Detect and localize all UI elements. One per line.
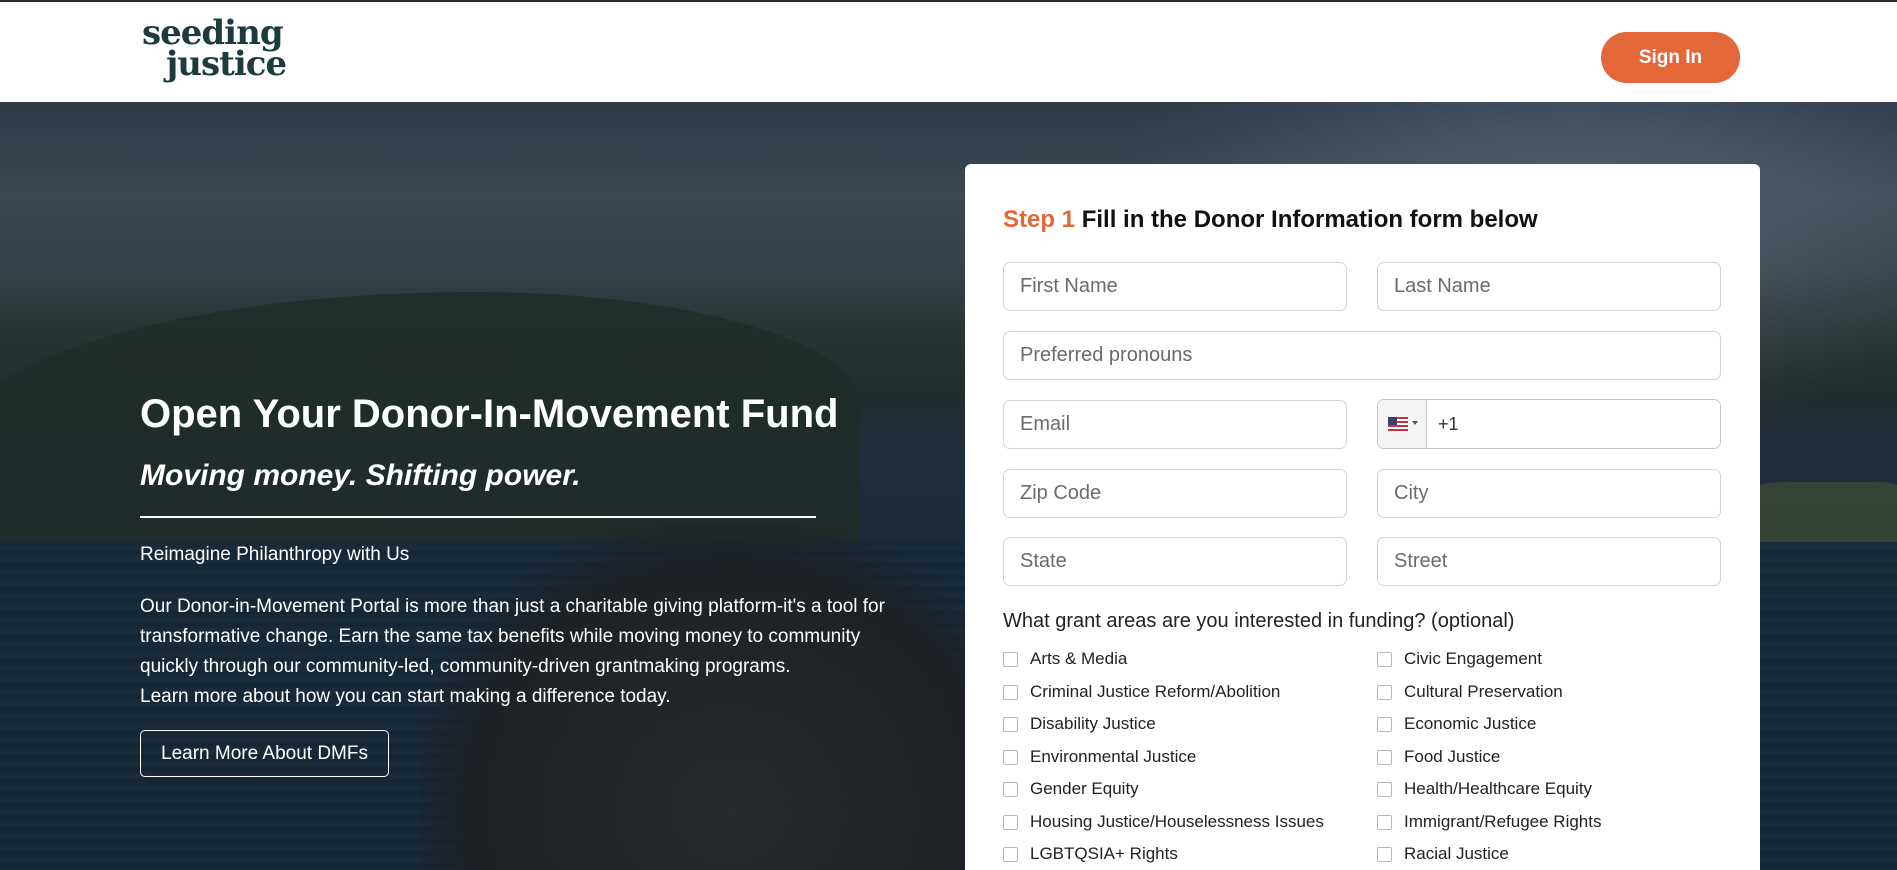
grant-area-option[interactable]: Environmental Justice: [1003, 747, 1196, 767]
grant-area-label: Health/Healthcare Equity: [1404, 779, 1593, 798]
pronouns-field[interactable]: [1003, 331, 1721, 380]
caret-down-icon: [1412, 421, 1418, 425]
state-field[interactable]: [1003, 537, 1347, 586]
seeding-justice-logo[interactable]: seeding justice: [142, 16, 287, 84]
checkbox[interactable]: [1377, 684, 1392, 700]
grant-area-option[interactable]: LGBTQSIA+ Rights: [1003, 844, 1178, 864]
last-name-field[interactable]: [1377, 262, 1721, 311]
us-flag-icon: [1388, 417, 1408, 431]
grant-area-option[interactable]: Civic Engagement: [1377, 649, 1542, 669]
grant-areas-question: What grant areas are you interested in f…: [1003, 610, 1515, 632]
grant-area-option[interactable]: Criminal Justice Reform/Abolition: [1003, 682, 1280, 702]
grant-area-option[interactable]: Immigrant/Refugee Rights: [1377, 812, 1601, 832]
site-header: seeding justice Sign In: [0, 2, 1897, 102]
grant-area-label: LGBTQSIA+ Rights: [1030, 844, 1178, 863]
grant-area-label: Civic Engagement: [1404, 649, 1542, 668]
checkbox[interactable]: [1377, 814, 1392, 830]
form-title: Step 1 Fill in the Donor Information for…: [1003, 206, 1538, 234]
checkbox[interactable]: [1377, 846, 1392, 862]
grant-area-label: Disability Justice: [1030, 714, 1156, 733]
checkbox[interactable]: [1003, 651, 1018, 667]
hero-subtitle: Moving money. Shifting power.: [140, 459, 581, 492]
zip-code-field[interactable]: [1003, 469, 1347, 518]
checkbox[interactable]: [1377, 781, 1392, 797]
first-name-field[interactable]: [1003, 262, 1347, 311]
checkbox[interactable]: [1377, 749, 1392, 765]
country-code-selector[interactable]: [1378, 400, 1427, 448]
donor-form-card: Step 1 Fill in the Donor Information for…: [965, 164, 1760, 870]
grant-area-label: Arts & Media: [1030, 649, 1128, 668]
grant-area-label: Criminal Justice Reform/Abolition: [1030, 682, 1281, 701]
street-field[interactable]: [1377, 537, 1721, 586]
phone-field: [1377, 399, 1721, 449]
grant-area-option[interactable]: Economic Justice: [1377, 714, 1536, 734]
hero-description-line: quickly through our community-led, commu…: [140, 656, 791, 677]
checkbox[interactable]: [1003, 684, 1018, 700]
email-field[interactable]: [1003, 400, 1347, 449]
grant-area-option[interactable]: Gender Equity: [1003, 779, 1139, 799]
hero-kicker: Reimagine Philanthropy with Us: [140, 544, 410, 565]
hero-description: Our Donor-in-Movement Portal is more tha…: [140, 592, 940, 712]
checkbox[interactable]: [1003, 749, 1018, 765]
checkbox[interactable]: [1377, 651, 1392, 667]
checkbox[interactable]: [1003, 814, 1018, 830]
phone-number-input[interactable]: [1428, 400, 1720, 448]
grant-area-label: Food Justice: [1404, 747, 1501, 766]
grant-area-label: Housing Justice/Houselessness Issues: [1030, 812, 1324, 831]
grant-area-label: Gender Equity: [1030, 779, 1139, 798]
city-field[interactable]: [1377, 469, 1721, 518]
checkbox[interactable]: [1003, 781, 1018, 797]
hero-divider: [140, 516, 816, 518]
grant-area-option[interactable]: Food Justice: [1377, 747, 1500, 767]
hero-description-line: Our Donor-in-Movement Portal is more tha…: [140, 596, 885, 617]
grant-area-option[interactable]: Cultural Preservation: [1377, 682, 1563, 702]
grant-area-label: Immigrant/Refugee Rights: [1404, 812, 1602, 831]
grant-area-option[interactable]: Housing Justice/Houselessness Issues: [1003, 812, 1324, 832]
hero-description-line: transformative change. Earn the same tax…: [140, 626, 861, 647]
hero-title: Open Your Donor-In-Movement Fund: [140, 392, 839, 436]
grant-area-label: Environmental Justice: [1030, 747, 1197, 766]
grant-area-option[interactable]: Health/Healthcare Equity: [1377, 779, 1592, 799]
sign-in-button[interactable]: Sign In: [1601, 32, 1740, 83]
grant-area-option[interactable]: Arts & Media: [1003, 649, 1127, 669]
grant-area-label: Cultural Preservation: [1404, 682, 1563, 701]
checkbox[interactable]: [1003, 716, 1018, 732]
learn-more-dmfs-button[interactable]: Learn More About DMFs: [140, 730, 389, 777]
grant-area-label: Economic Justice: [1404, 714, 1537, 733]
grant-area-label: Racial Justice: [1404, 844, 1509, 863]
form-title-text: Fill in the Donor Information form below: [1081, 206, 1538, 233]
hero-description-line: Learn more about how you can start makin…: [140, 686, 671, 707]
logo-line-2: justice: [166, 44, 287, 84]
grant-area-option[interactable]: Disability Justice: [1003, 714, 1156, 734]
checkbox[interactable]: [1003, 846, 1018, 862]
form-step-label: Step 1: [1003, 206, 1076, 233]
checkbox[interactable]: [1377, 716, 1392, 732]
grant-area-option[interactable]: Racial Justice: [1377, 844, 1509, 864]
